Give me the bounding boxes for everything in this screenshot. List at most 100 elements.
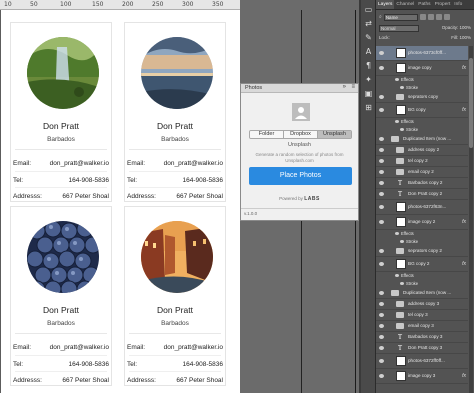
scrollbar-thumb[interactable] xyxy=(469,58,473,148)
profile-photo[interactable] xyxy=(141,221,213,293)
layer-name[interactable]: Effects xyxy=(401,77,414,83)
visibility-eye-icon[interactable] xyxy=(379,159,384,163)
contact-card[interactable]: Don Pratt Barbados Email: don_pratt@walker.… xyxy=(10,22,112,202)
layer-thumbnail[interactable] xyxy=(396,202,406,212)
visibility-eye-icon[interactable] xyxy=(379,291,384,295)
layers-scrollbar[interactable] xyxy=(469,46,473,393)
place-photos-button[interactable]: Place Photos xyxy=(249,167,352,185)
layer-name[interactable]: Effects xyxy=(401,119,414,125)
visibility-eye-icon[interactable] xyxy=(379,66,384,70)
layer-name[interactable]: address copy 3 xyxy=(408,301,439,307)
filter-kind-select[interactable]: Name xyxy=(383,13,418,21)
folder-icon[interactable] xyxy=(396,312,404,318)
fx-icon[interactable]: fx xyxy=(462,219,466,225)
visibility-eye-icon[interactable] xyxy=(379,170,384,174)
panel-menu-icon[interactable]: ≡ xyxy=(351,84,355,90)
layer-name[interactable]: image copy xyxy=(408,65,432,71)
fill-field[interactable]: 100% xyxy=(459,35,471,40)
tab-folder[interactable]: Folder xyxy=(250,131,284,138)
layer-row[interactable]: address copy 3 xyxy=(376,299,468,310)
layer-name[interactable]: email copy 3 xyxy=(408,323,434,329)
fx-icon[interactable]: fx xyxy=(462,373,466,379)
filter-pixel-icon[interactable] xyxy=(419,14,426,20)
layer-effect-item[interactable]: Effects xyxy=(376,118,468,126)
brand-logo[interactable]: LABS xyxy=(304,196,320,202)
panel-tab-paths[interactable]: Paths xyxy=(416,0,432,9)
layer-thumbnail[interactable] xyxy=(396,371,406,381)
effect-eye-icon[interactable] xyxy=(395,120,399,123)
layer-name[interactable]: email copy 2 xyxy=(408,169,434,175)
layer-effect-item[interactable]: Effects xyxy=(376,76,468,84)
layer-row[interactable]: photos-6372f63n... xyxy=(376,200,468,215)
layer-thumbnail[interactable] xyxy=(396,259,406,269)
layer-name[interactable]: Stroke xyxy=(406,281,418,287)
visibility-eye-icon[interactable] xyxy=(379,205,384,209)
blend-mode-select[interactable]: Normal xyxy=(379,25,419,32)
layer-row[interactable]: BG copy fx xyxy=(376,103,468,118)
panel-tab-info[interactable]: Info xyxy=(452,0,464,9)
layer-effect-item[interactable]: Effects xyxy=(376,230,468,238)
layer-effect-item[interactable]: Stroke xyxy=(376,84,468,92)
layer-row[interactable]: T Barbados copy 3 xyxy=(376,332,468,343)
folder-icon[interactable] xyxy=(396,169,404,175)
contact-card[interactable]: Don Pratt Barbados Email: don_pratt@walker.… xyxy=(10,206,112,386)
layer-effect-item[interactable]: Stroke xyxy=(376,280,468,288)
layer-effect-item[interactable]: Stroke xyxy=(376,238,468,246)
layer-row[interactable]: T Don Pratt copy 2 xyxy=(376,189,468,200)
layer-row[interactable]: BG copy 2 fx xyxy=(376,257,468,272)
artboard[interactable]: Don Pratt Barbados Email: don_pratt@walker.… xyxy=(1,10,240,393)
effect-eye-icon[interactable] xyxy=(400,128,404,131)
filter-text-icon[interactable] xyxy=(435,14,442,20)
layer-name[interactable]: photos-6372f63n... xyxy=(408,204,446,210)
layer-name[interactable]: Effects xyxy=(401,273,414,279)
layer-thumbnail[interactable] xyxy=(396,217,406,227)
layer-thumbnail[interactable] xyxy=(396,63,406,73)
visibility-eye-icon[interactable] xyxy=(379,108,384,112)
layer-row[interactable]: Duplicated Item (now ... xyxy=(376,288,468,299)
visibility-eye-icon[interactable] xyxy=(379,313,384,317)
type-tool-icon[interactable]: A xyxy=(363,46,374,57)
visibility-eye-icon[interactable] xyxy=(379,262,384,266)
layer-name[interactable]: Duplicated Item (now ... xyxy=(403,136,451,142)
profile-photo[interactable] xyxy=(27,37,99,109)
layer-name[interactable]: image copy 3 xyxy=(408,373,435,379)
layer-row[interactable]: email copy 3 xyxy=(376,321,468,332)
layer-thumbnail[interactable] xyxy=(396,105,406,115)
visibility-eye-icon[interactable] xyxy=(379,95,384,99)
visibility-eye-icon[interactable] xyxy=(379,359,384,363)
layer-name[interactable]: Barbados copy 2 xyxy=(408,180,442,186)
paragraph-tool-icon[interactable]: ¶ xyxy=(363,60,374,71)
layer-thumbnail[interactable] xyxy=(396,48,406,58)
star-tool-icon[interactable]: ✦ xyxy=(363,74,374,85)
layer-thumbnail[interactable] xyxy=(396,356,406,366)
layer-name[interactable]: Stroke xyxy=(406,127,418,133)
layer-row[interactable]: seprators copy 2 xyxy=(376,246,468,257)
folder-icon[interactable] xyxy=(391,136,399,142)
visibility-eye-icon[interactable] xyxy=(379,346,384,350)
effect-eye-icon[interactable] xyxy=(400,240,404,243)
layer-row[interactable]: Duplicated Item (now ... xyxy=(376,134,468,145)
effect-eye-icon[interactable] xyxy=(395,78,399,81)
layer-effect-item[interactable]: Effects xyxy=(376,272,468,280)
layer-name[interactable]: BG copy 2 xyxy=(408,261,429,267)
layer-name[interactable]: Don Pratt copy 2 xyxy=(408,191,442,197)
contact-card[interactable]: Don Pratt Barbados Email: don_pratt@walker.… xyxy=(124,22,226,202)
layer-row[interactable]: photos-6373cf0ff... xyxy=(376,46,468,61)
collapse-icon[interactable]: » xyxy=(343,84,346,90)
profile-photo[interactable] xyxy=(141,37,213,109)
effect-eye-icon[interactable] xyxy=(400,282,404,285)
layer-name[interactable]: Stroke xyxy=(406,85,418,91)
grid-tool-icon[interactable]: ⊞ xyxy=(363,102,374,113)
layer-row[interactable]: image copy 2 fx xyxy=(376,215,468,230)
layer-row[interactable]: email copy 2 xyxy=(376,167,468,178)
layer-name[interactable]: address copy 2 xyxy=(408,147,439,153)
effect-eye-icon[interactable] xyxy=(395,232,399,235)
layer-row[interactable]: T Barbados copy 2 xyxy=(376,178,468,189)
panel-tab-channel[interactable]: Channel xyxy=(394,0,416,9)
layer-row[interactable]: photos-6372ff0ff... xyxy=(376,354,468,369)
filter-adjust-icon[interactable] xyxy=(427,14,434,20)
panel-tab-layers[interactable]: Layers xyxy=(376,0,395,9)
visibility-eye-icon[interactable] xyxy=(379,181,384,185)
visibility-eye-icon[interactable] xyxy=(379,324,384,328)
visibility-eye-icon[interactable] xyxy=(379,302,384,306)
